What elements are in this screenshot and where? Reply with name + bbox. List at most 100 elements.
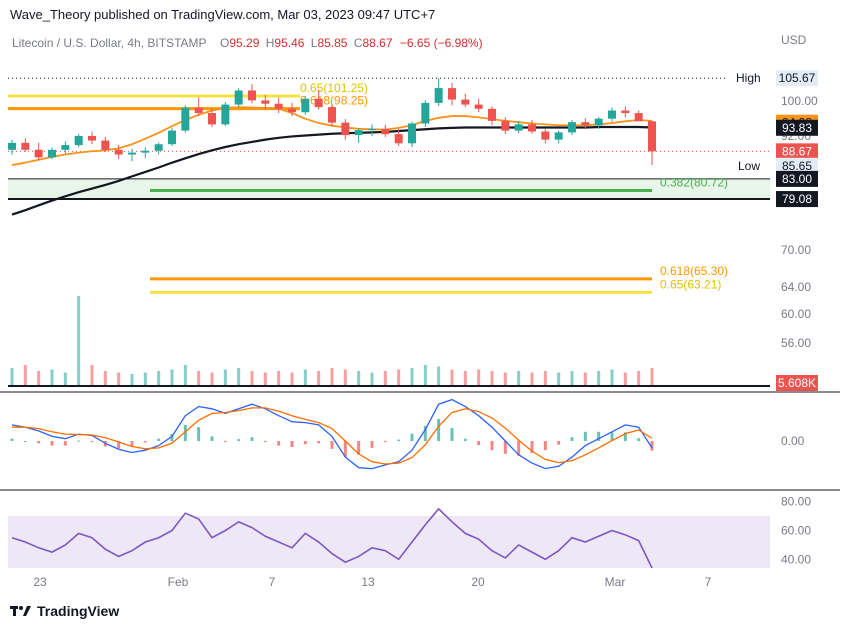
- macd-histogram-bar: [10, 438, 14, 441]
- macd-histogram-bar: [210, 436, 214, 441]
- legend-open-label: O: [220, 36, 229, 50]
- candle: [634, 110, 643, 122]
- legend-symbol: Litecoin / U.S. Dollar, 4h, BITSTAMP: [12, 36, 207, 50]
- volume-pane: 5.608K: [0, 296, 840, 491]
- high-marker-label: High: [736, 71, 761, 85]
- volume-bar: [583, 372, 587, 386]
- price-tick-label: 70.00: [781, 243, 811, 257]
- volume-bar: [383, 371, 387, 386]
- candle-body: [621, 110, 630, 114]
- volume-bar: [357, 371, 361, 386]
- volume-bar: [290, 372, 294, 386]
- legend-high-label: H: [266, 36, 275, 50]
- volume-bar: [130, 374, 134, 386]
- candle: [341, 119, 350, 140]
- chart-canvas[interactable]: Litecoin / U.S. Dollar, 4h, BITSTAMP O95…: [0, 0, 850, 630]
- legend-open: 95.29: [229, 36, 259, 50]
- candle: [381, 124, 390, 137]
- volume-bar: [330, 368, 334, 386]
- volume-bar: [63, 372, 67, 386]
- candle-body: [514, 124, 523, 131]
- candle: [8, 139, 16, 155]
- candle: [248, 84, 256, 104]
- macd-histogram-bar: [37, 441, 41, 444]
- candle-body: [541, 131, 550, 140]
- candle-body: [154, 144, 163, 151]
- candle: [448, 82, 456, 106]
- candle: [88, 131, 96, 145]
- candle: [408, 121, 416, 148]
- macd-histogram-bar: [157, 438, 161, 441]
- candle: [648, 120, 656, 165]
- volume-bar: [117, 372, 121, 386]
- candle-body: [21, 142, 30, 150]
- volume-bar: [490, 371, 494, 386]
- candle-body: [301, 98, 310, 113]
- candle-body: [648, 121, 656, 152]
- volume-bar: [557, 372, 561, 386]
- candle: [168, 127, 176, 147]
- candle-body: [528, 124, 536, 132]
- macd-histogram-bar: [197, 427, 201, 441]
- volume-bar: [570, 371, 574, 386]
- candle-body: [434, 88, 443, 103]
- candle-body: [221, 104, 230, 125]
- macd-histogram-bar: [383, 441, 387, 442]
- volume-bar: [277, 371, 281, 386]
- volume-bar: [143, 372, 147, 386]
- macd-histogram-bar: [263, 441, 267, 442]
- time-tick-label: 20: [471, 575, 485, 589]
- candle-body: [501, 120, 510, 131]
- candle: [234, 88, 243, 108]
- candle: [301, 96, 310, 115]
- time-tick-label: 7: [705, 575, 712, 589]
- candle: [141, 147, 150, 159]
- candle-body: [101, 140, 110, 150]
- candle-body: [354, 130, 363, 136]
- candle-body: [568, 122, 576, 133]
- footer: TradingView: [10, 603, 119, 619]
- candle-body: [88, 135, 96, 141]
- macd-histogram-bar: [477, 441, 481, 446]
- macd-histogram-bar: [277, 441, 281, 446]
- volume-bar: [183, 365, 187, 386]
- candle: [461, 93, 470, 108]
- legend-close-label: C: [354, 36, 363, 50]
- candle-body: [48, 149, 56, 158]
- macd-histogram-bar: [223, 441, 227, 442]
- rsi-tick-label: 80.00: [781, 495, 811, 509]
- macd-tick-label: 0.00: [781, 434, 805, 448]
- volume-bar: [503, 372, 507, 386]
- volume-bar: [477, 369, 481, 386]
- macd-histogram-bar: [23, 441, 27, 442]
- volume-last-badge: 5.608K: [778, 376, 816, 390]
- fib-label-3: 0.618(65.30): [660, 264, 728, 278]
- candle: [541, 128, 550, 144]
- volume-bar: [437, 366, 441, 386]
- price-axis[interactable]: 100.0092.0070.0064.0060.0056.00High 105.6…: [736, 70, 821, 350]
- macd-pane: 0.00: [10, 398, 805, 470]
- candle: [474, 98, 483, 113]
- candle: [74, 133, 83, 148]
- macd-histogram-bar: [637, 438, 641, 441]
- support-upper-badge: 83.00: [782, 172, 812, 186]
- price-tick-label: 56.00: [781, 336, 811, 350]
- candle-body: [274, 103, 283, 109]
- volume-bar: [37, 371, 41, 386]
- fib-label-4: 0.65(63.21): [660, 277, 721, 291]
- candle-body: [448, 88, 456, 100]
- time-axis[interactable]: 23 Feb 7 13 20 Mar 7: [33, 575, 711, 589]
- macd-histogram-bar: [370, 441, 374, 448]
- volume-bar: [517, 371, 521, 386]
- candle-body: [261, 100, 270, 104]
- macd-histogram-bar: [490, 441, 494, 451]
- volume-bar: [10, 368, 14, 386]
- macd-histogram-bar: [290, 441, 294, 447]
- volume-bar: [303, 369, 307, 386]
- macd-histogram-bar: [463, 438, 467, 441]
- volume-bar: [103, 371, 107, 386]
- volume-bar: [370, 372, 374, 386]
- candle-body: [594, 118, 603, 126]
- volume-bar: [210, 372, 214, 386]
- volume-bar: [157, 371, 161, 386]
